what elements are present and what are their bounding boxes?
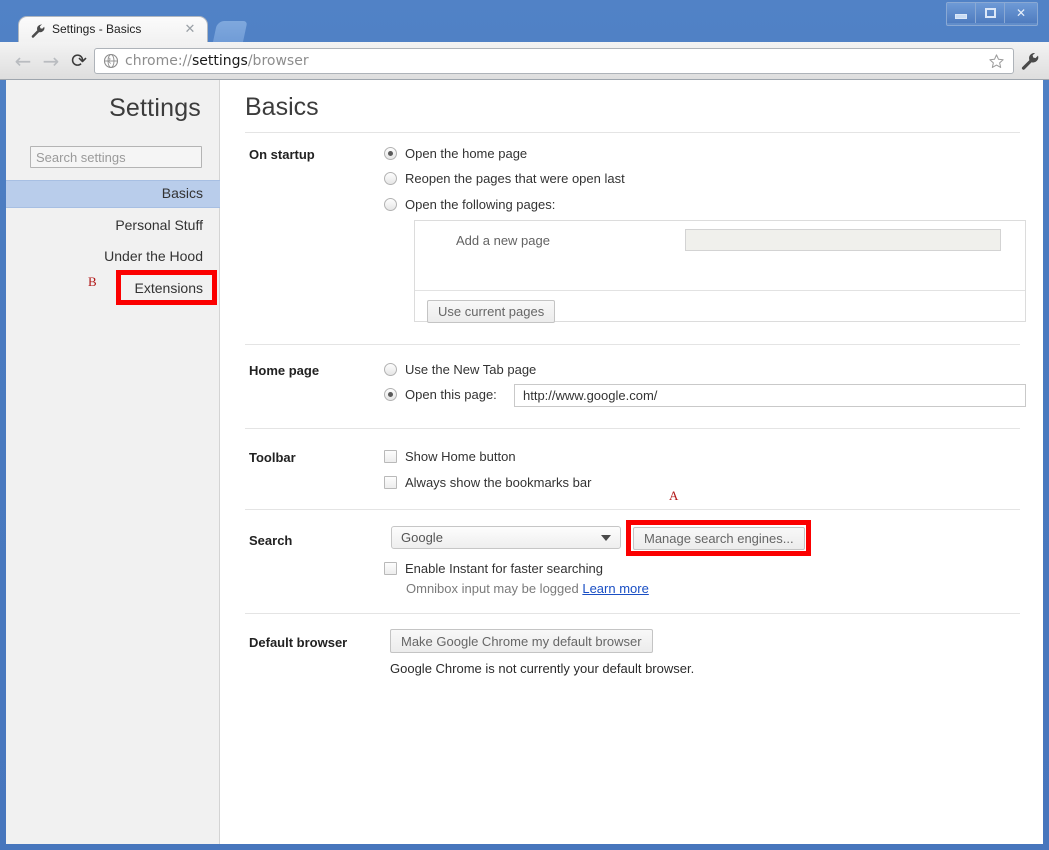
checkbox-icon [384, 476, 397, 489]
sidebar-title: Settings [109, 94, 201, 122]
add-new-page-label: Add a new page [456, 233, 550, 248]
search-engine-selected-value: Google [401, 530, 443, 545]
radio-use-new-tab-page[interactable]: Use the New Tab page [384, 362, 536, 377]
back-button[interactable]: ← [10, 49, 36, 73]
instant-note-text: Omnibox input may be logged [406, 581, 579, 596]
radio-label: Open the following pages: [405, 197, 556, 212]
checkbox-icon [384, 450, 397, 463]
bookmark-star-icon[interactable] [988, 53, 1005, 70]
search-engine-select[interactable]: Google [391, 526, 621, 549]
radio-open-following-pages[interactable]: Open the following pages: [384, 197, 555, 212]
annotation-box-b [116, 270, 217, 305]
annotation-label-a: A [669, 488, 679, 503]
browser-window: ✕ Settings - Basics ✕ ← → ⟳ chrome://set… [0, 0, 1049, 850]
search-settings-input[interactable] [30, 146, 202, 168]
divider-top [245, 132, 1020, 133]
wrench-icon [31, 24, 45, 38]
radio-label: Open the home page [405, 146, 528, 161]
forward-arrow-icon: → [42, 49, 60, 73]
startup-pages-panel: Add a new page Use current pages [414, 220, 1026, 323]
learn-more-link[interactable]: Learn more [582, 581, 648, 596]
section-label-default-browser: Default browser [249, 635, 348, 650]
sidebar-item-under-the-hood[interactable]: Under the Hood [104, 248, 203, 264]
checkbox-show-home-button[interactable]: Show Home button [384, 449, 516, 464]
radio-icon [384, 172, 397, 185]
forward-button[interactable]: → [38, 49, 64, 73]
reload-icon: ⟳ [71, 49, 87, 72]
radio-icon [384, 198, 397, 211]
use-current-pages-button[interactable]: Use current pages [427, 300, 556, 323]
make-default-browser-button[interactable]: Make Google Chrome my default browser [390, 629, 653, 653]
section-label-on-startup: On startup [249, 147, 315, 162]
checkbox-label: Show Home button [405, 449, 516, 464]
divider-homepage [245, 428, 1020, 429]
tab-title: Settings - Basics [52, 22, 142, 36]
back-arrow-icon: ← [14, 49, 32, 73]
default-browser-status: Google Chrome is not currently your defa… [390, 661, 695, 676]
checkbox-always-show-bookmarks-bar[interactable]: Always show the bookmarks bar [384, 475, 591, 490]
address-bar[interactable]: chrome://settings/browser [94, 48, 1014, 74]
tab-close-icon[interactable]: ✕ [183, 22, 197, 36]
new-tab-button[interactable] [212, 21, 248, 44]
section-label-toolbar: Toolbar [249, 450, 296, 465]
url-suffix: /browser [247, 53, 309, 69]
checkbox-label: Enable Instant for faster searching [405, 561, 604, 576]
radio-open-home-page[interactable]: Open the home page [384, 146, 527, 161]
url-prefix: chrome:// [125, 53, 192, 69]
tab-strip: Settings - Basics ✕ [0, 16, 1049, 44]
add-new-page-input[interactable] [685, 229, 1001, 251]
checkbox-enable-instant[interactable]: Enable Instant for faster searching [384, 561, 603, 576]
section-label-home-page: Home page [249, 363, 320, 378]
sidebar-item-basics[interactable]: Basics [162, 185, 203, 201]
radio-open-this-page[interactable]: Open this page: [384, 387, 497, 402]
sidebar-item-personal-stuff[interactable]: Personal Stuff [115, 217, 203, 233]
radio-label: Use the New Tab page [405, 362, 537, 377]
radio-label: Open this page: [405, 387, 497, 402]
settings-sidebar: Settings Basics Personal Stuff Under the… [6, 80, 220, 844]
manage-search-engines-button[interactable]: Manage search engines... [633, 527, 805, 550]
settings-page: Settings Basics Personal Stuff Under the… [6, 80, 1043, 844]
checkbox-label: Always show the bookmarks bar [405, 475, 592, 490]
radio-icon [384, 388, 397, 401]
home-page-url-input[interactable] [514, 384, 1026, 407]
address-bar-text: chrome://settings/browser [125, 53, 309, 69]
url-emphasis: settings [192, 53, 248, 69]
instant-note-row: Omnibox input may be logged Learn more [406, 581, 649, 596]
page-title: Basics [245, 93, 319, 121]
wrench-menu-icon[interactable] [1020, 51, 1040, 71]
section-label-search: Search [249, 533, 293, 548]
radio-reopen-last-pages[interactable]: Reopen the pages that were open last [384, 171, 625, 186]
reload-button[interactable]: ⟳ [66, 49, 92, 73]
settings-content: Basics On startup Open the home page Reo… [221, 80, 1043, 844]
divider-search [245, 613, 1020, 614]
checkbox-icon [384, 562, 397, 575]
radio-icon [384, 363, 397, 376]
radio-label: Reopen the pages that were open last [405, 171, 625, 186]
tab-settings[interactable]: Settings - Basics ✕ [18, 16, 208, 44]
chevron-down-icon [601, 535, 611, 541]
divider-toolbar [245, 509, 1020, 510]
divider-startup [245, 344, 1020, 345]
annotation-label-b: B [88, 274, 97, 289]
globe-icon [103, 53, 119, 69]
radio-icon [384, 147, 397, 160]
startup-pages-list: Add a new page [415, 221, 1025, 291]
